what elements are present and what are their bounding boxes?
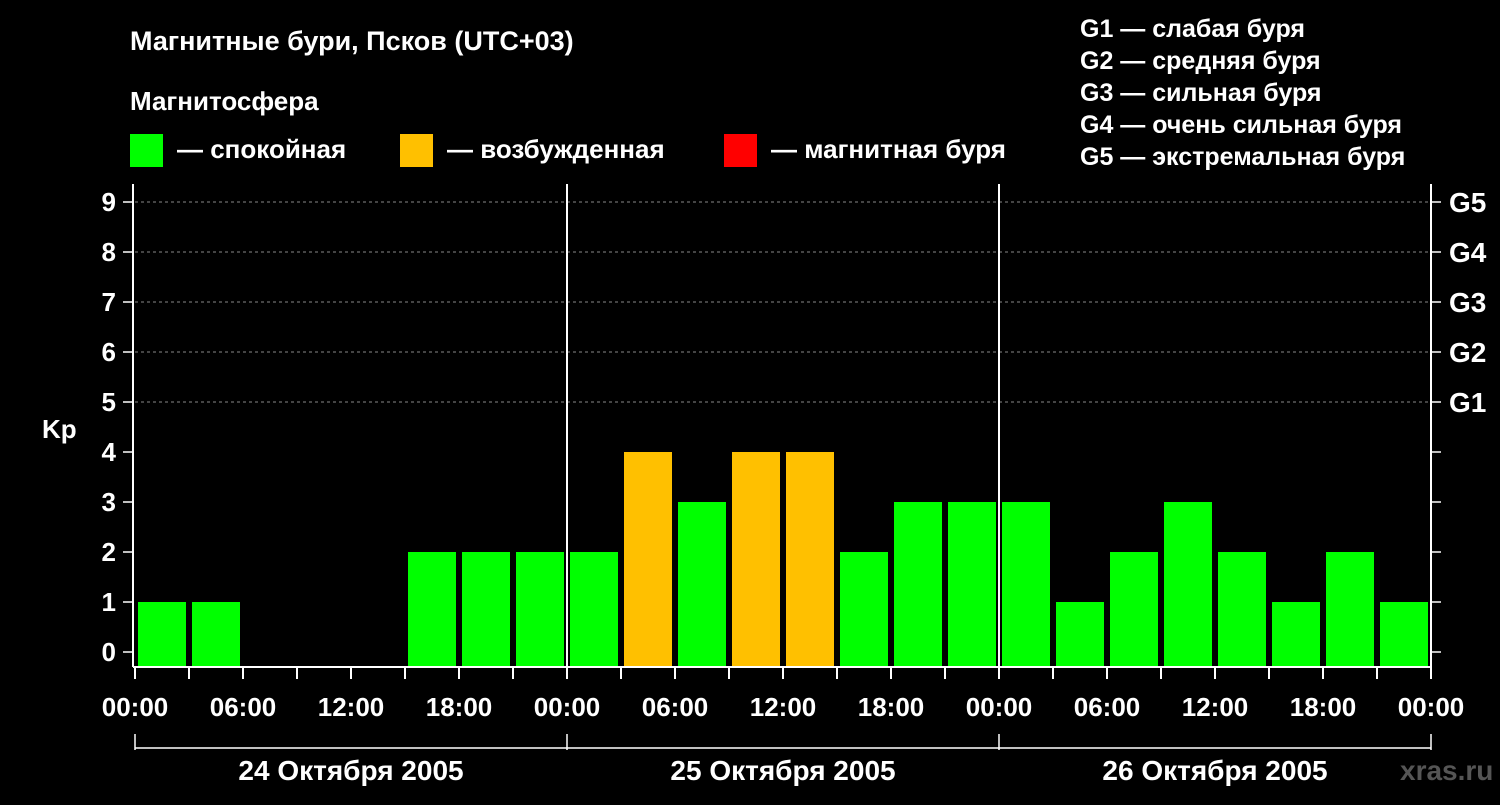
bar — [1002, 502, 1050, 667]
y-tick-label: 4 — [102, 437, 117, 467]
y-tick-label: 2 — [102, 537, 116, 567]
legend-label-storm: — магнитная буря — [771, 134, 1006, 164]
x-tick-label: 18:00 — [858, 692, 925, 722]
day-label: 26 Октября 2005 — [1102, 755, 1327, 786]
bar — [1218, 552, 1266, 667]
bar — [192, 602, 240, 667]
x-tick-label: 18:00 — [1290, 692, 1357, 722]
y-tick-label: 8 — [102, 237, 116, 267]
legend-label-active: — возбужденная — [447, 134, 665, 164]
bar — [1110, 552, 1158, 667]
y-tick-label: 6 — [102, 337, 116, 367]
storm-level-legend: G1 — слабая буря G2 — средняя буря G3 — … — [1080, 15, 1405, 171]
legend-swatch-active — [400, 134, 433, 167]
y-tick-label: 0 — [102, 637, 116, 667]
storm-level-g3: G3 — сильная буря — [1080, 79, 1322, 107]
chart-title: Магнитные бури, Псков (UTC+03) — [130, 26, 574, 56]
y-tick-label: 5 — [102, 387, 116, 417]
g-level-label: G3 — [1449, 287, 1486, 318]
magnetosphere-label: Магнитосфера — [130, 86, 319, 116]
day-labels: 24 Октября 2005 25 Октября 2005 26 Октября… — [238, 755, 1327, 786]
g-level-label: G4 — [1449, 237, 1487, 268]
g-level-label: G1 — [1449, 387, 1486, 418]
legend-swatch-quiet — [130, 134, 163, 167]
y-tick-labels: 0 1 2 3 4 5 6 7 8 9 — [102, 187, 117, 667]
bar — [570, 552, 618, 667]
gridlines — [135, 201, 1431, 403]
legend-swatch-storm — [724, 134, 757, 167]
x-tick-label: 00:00 — [1398, 692, 1465, 722]
x-tick-label: 06:00 — [642, 692, 709, 722]
storm-level-g1: G1 — слабая буря — [1080, 15, 1305, 43]
bars — [138, 452, 1428, 667]
bar — [516, 552, 564, 667]
day-label: 24 Октября 2005 — [238, 755, 463, 786]
legend-label-quiet: — спокойная — [177, 134, 346, 164]
y-axis-label: Kp — [42, 414, 77, 444]
bar — [1326, 552, 1374, 667]
bar — [1272, 602, 1320, 667]
bar — [786, 452, 834, 667]
g-level-label: G5 — [1449, 187, 1486, 218]
storm-level-g2: G2 — средняя буря — [1080, 47, 1321, 75]
day-label: 25 Октября 2005 — [670, 755, 895, 786]
x-tick-label: 00:00 — [534, 692, 601, 722]
y-tick-label: 7 — [102, 287, 116, 317]
bar — [840, 552, 888, 667]
x-tick-label: 00:00 — [966, 692, 1033, 722]
bar — [678, 502, 726, 667]
x-tick-label: 12:00 — [750, 692, 817, 722]
bar — [624, 452, 672, 667]
x-tick-label: 06:00 — [210, 692, 277, 722]
kp-chart: Магнитные бури, Псков (UTC+03) Магнитосф… — [42, 15, 1493, 786]
color-legend: — спокойная — возбужденная — магнитная б… — [130, 134, 1006, 167]
bar — [1380, 602, 1428, 667]
y-tick-label: 9 — [102, 187, 116, 217]
bar — [894, 502, 942, 667]
bar — [732, 452, 780, 667]
g-level-label: G2 — [1449, 337, 1486, 368]
watermark: xras.ru — [1400, 755, 1493, 786]
bar — [1056, 602, 1104, 667]
bar — [408, 552, 456, 667]
bar — [138, 602, 186, 667]
x-tick-label: 00:00 — [102, 692, 169, 722]
y-tick-label: 1 — [102, 587, 116, 617]
storm-level-g4: G4 — очень сильная буря — [1080, 111, 1402, 139]
right-axis-labels: G1 G2 G3 G4 G5 — [1449, 187, 1487, 418]
bar — [1164, 502, 1212, 667]
x-tick-label: 12:00 — [1182, 692, 1249, 722]
bar — [948, 502, 996, 667]
y-tick-label: 3 — [102, 487, 116, 517]
storm-level-g5: G5 — экстремальная буря — [1080, 143, 1405, 171]
x-tick-label: 18:00 — [426, 692, 493, 722]
x-tick-label: 12:00 — [318, 692, 385, 722]
x-tick-labels: 00:00 06:00 12:00 18:00 00:00 06:00 12:00 18:00… — [102, 692, 1465, 722]
x-tick-label: 06:00 — [1074, 692, 1141, 722]
bar — [462, 552, 510, 667]
